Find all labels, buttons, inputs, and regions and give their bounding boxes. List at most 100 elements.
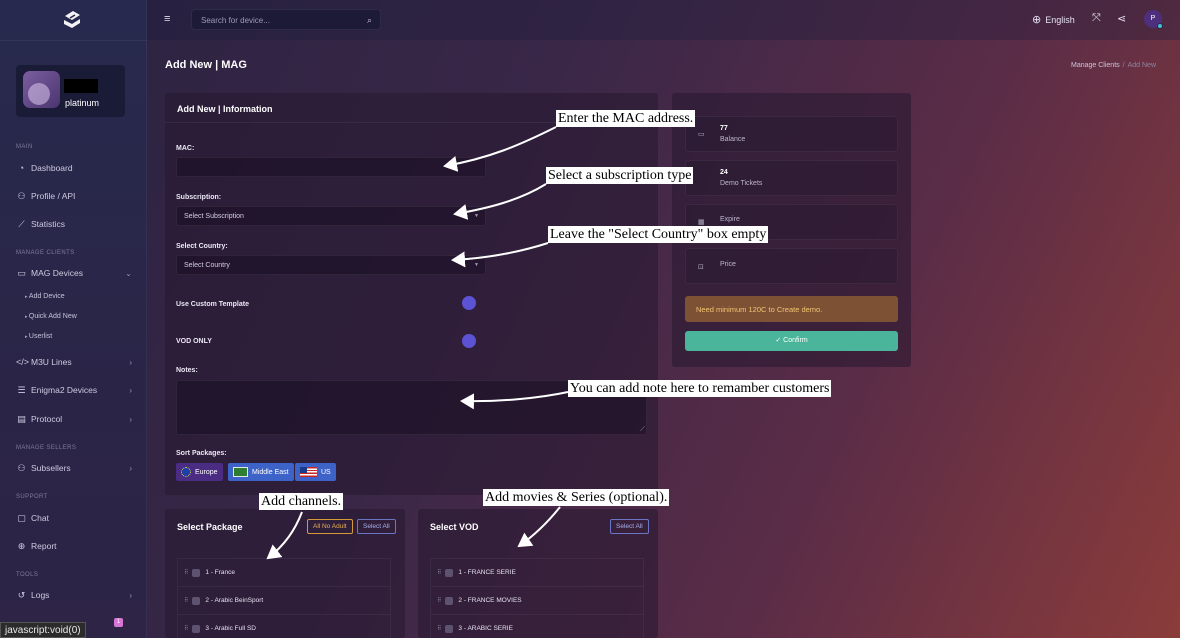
package-checkbox[interactable]	[192, 596, 201, 605]
select-vod-card: Select VOD Select All ⠿ 1 - FRANCE SERIE…	[418, 509, 658, 638]
help-icon: ⊕	[17, 540, 26, 551]
vod-name: 1 - FRANCE SERIE	[458, 569, 516, 576]
drag-handle-icon[interactable]: ⠿	[184, 625, 188, 632]
package-name: 2 - Arabic BeinSport	[205, 597, 264, 604]
fullscreen-icon[interactable]: ⤧	[1092, 12, 1101, 25]
sidebar-item-label: Profile / API	[31, 191, 76, 201]
chevron-down-icon: ⌄	[125, 268, 132, 278]
package-checkbox[interactable]	[192, 624, 201, 633]
sidebar-item-report[interactable]: ⊕ Report	[16, 538, 132, 554]
confirm-button[interactable]: ✓ Confirm	[685, 331, 898, 351]
menu-toggle-icon[interactable]: ≡	[164, 14, 174, 25]
demo-tickets-label: Demo Tickets	[720, 180, 763, 187]
section-support: SUPPORT	[16, 494, 48, 500]
list-item[interactable]: ⠿ 3 - ARABIC SERIE	[430, 614, 644, 638]
sort-middle-east-button[interactable]: Middle East	[228, 463, 294, 481]
chat-icon: ▢	[17, 512, 26, 523]
sidebar-divider	[0, 40, 147, 41]
search-input[interactable]: Search for device... ⌕	[191, 9, 381, 30]
sidebar-item-label: Enigma2 Devices	[31, 385, 98, 395]
drag-handle-icon[interactable]: ⠿	[184, 569, 188, 576]
sidebar-item-label: MAG Devices	[31, 268, 83, 278]
list-item[interactable]: ⠿ 1 - France	[177, 558, 391, 586]
select-all-packages-button[interactable]: Select All	[357, 519, 396, 534]
list-item[interactable]: ⠿ 2 - Arabic BeinSport	[177, 586, 391, 614]
add-new-form-card: Add New | Information MAC: Subscription:…	[165, 93, 658, 495]
online-status-dot	[1157, 23, 1163, 29]
vod-checkbox[interactable]	[445, 596, 454, 605]
chevron-down-icon: ▼	[474, 213, 479, 219]
sidebar-item-subsellers[interactable]: ⚇ Subsellers ›	[16, 460, 132, 476]
sidebar-item-chat[interactable]: ▢ Chat	[16, 510, 132, 526]
select-package-card: Select Package All No Adult Select All ⠿…	[165, 509, 405, 638]
sidebar-item-m3u[interactable]: </> M3U Lines ›	[16, 354, 132, 370]
vod-only-toggle[interactable]	[462, 334, 476, 348]
dashboard-icon: ◔	[18, 163, 25, 173]
avatar	[23, 71, 60, 108]
search-placeholder: Search for device...	[201, 16, 270, 25]
sidebar-item-profile[interactable]: ⚇ Profile / API	[16, 188, 132, 204]
profile-avatar[interactable]: P	[1144, 10, 1163, 29]
drag-handle-icon[interactable]: ⠿	[437, 625, 441, 632]
sidebar-item-mag-devices[interactable]: ▭ MAG Devices ⌄	[16, 265, 132, 281]
sidebar-item-logs[interactable]: ↺ Logs ›	[16, 587, 132, 603]
breadcrumb: Manage Clients / Add New	[1071, 62, 1156, 69]
subscription-label: Subscription:	[176, 194, 222, 201]
chart-icon: ⟋	[18, 218, 25, 229]
country-select[interactable]: Select Country ▼	[176, 255, 486, 275]
custom-template-toggle[interactable]	[462, 296, 476, 310]
sort-europe-button[interactable]: Europe	[176, 463, 223, 481]
expire-label: Expire	[720, 216, 740, 223]
package-name: 3 - Arabic Full SD	[205, 625, 256, 632]
sidebar-item-label: Statistics	[31, 219, 66, 229]
balance-box: ▭ 77 Balance	[685, 116, 898, 152]
vod-checkbox[interactable]	[445, 568, 454, 577]
check-icon: ✓	[775, 337, 784, 344]
sidebar-item-statistics[interactable]: ⟋ Statistics	[16, 216, 132, 232]
sidebar-item-label: Dashboard	[31, 163, 73, 173]
users-icon: ⚇	[17, 462, 26, 473]
language-selector[interactable]: ⊕ English	[1032, 13, 1075, 26]
drag-handle-icon[interactable]: ⠿	[437, 597, 441, 604]
breadcrumb-manage-clients[interactable]: Manage Clients	[1071, 62, 1120, 69]
list-item[interactable]: ⠿ 3 - Arabic Full SD	[177, 614, 391, 638]
list-item[interactable]: ⠿ 2 - FRANCE MOVIES	[430, 586, 644, 614]
sidebar-item-label: Subsellers	[31, 463, 71, 473]
sort-button-label: Europe	[195, 468, 218, 476]
form-card-title: Add New | Information	[177, 104, 273, 114]
sidebar-subitem-add-device[interactable]: Add Device	[25, 293, 65, 300]
vod-checkbox[interactable]	[445, 624, 454, 633]
sidebar-item-enigma[interactable]: ☰ Enigma2 Devices ›	[16, 382, 132, 398]
sidebar-subitem-userlist[interactable]: Userlist	[25, 333, 52, 340]
sidebar-item-protocol[interactable]: ▤ Protocol ›	[16, 411, 132, 427]
sidebar-item-label: Chat	[31, 513, 49, 523]
search-icon[interactable]: ⌕	[367, 15, 372, 26]
mac-input[interactable]	[176, 157, 486, 177]
vod-name: 2 - FRANCE MOVIES	[458, 597, 522, 604]
section-tools: TOOLS	[16, 572, 39, 578]
chevron-right-icon: ›	[129, 463, 132, 473]
page-title: Add New | MAG	[165, 59, 247, 71]
sort-us-button[interactable]: US	[295, 463, 336, 481]
list-item[interactable]: ⠿ 1 - FRANCE SERIE	[430, 558, 644, 586]
drag-handle-icon[interactable]: ⠿	[184, 597, 188, 604]
saudi-flag-icon	[233, 467, 248, 477]
subscription-select[interactable]: Select Subscription ▼	[176, 206, 486, 226]
all-no-adult-button[interactable]: All No Adult	[307, 519, 353, 534]
balance-label: Balance	[720, 136, 746, 143]
us-flag-icon	[300, 467, 317, 477]
share-icon[interactable]: ⋖	[1117, 12, 1126, 25]
user-card[interactable]: platinum	[16, 65, 125, 117]
sidebar-item-dashboard[interactable]: ◔ Dashboard	[16, 160, 132, 176]
chevron-right-icon: ›	[129, 357, 132, 367]
drag-handle-icon[interactable]: ⠿	[437, 569, 441, 576]
notification-badge: 1	[114, 618, 123, 627]
section-manage-sellers: MANAGE SELLERS	[16, 445, 77, 451]
sidebar-item-label: Logs	[31, 590, 50, 600]
logo-icon[interactable]	[61, 9, 83, 31]
select-all-vod-button[interactable]: Select All	[610, 519, 649, 534]
language-label: English	[1045, 14, 1075, 25]
subscription-value: Select Subscription	[184, 213, 244, 220]
sidebar-subitem-quick-add[interactable]: Quick Add New	[25, 313, 77, 320]
package-checkbox[interactable]	[192, 568, 201, 577]
